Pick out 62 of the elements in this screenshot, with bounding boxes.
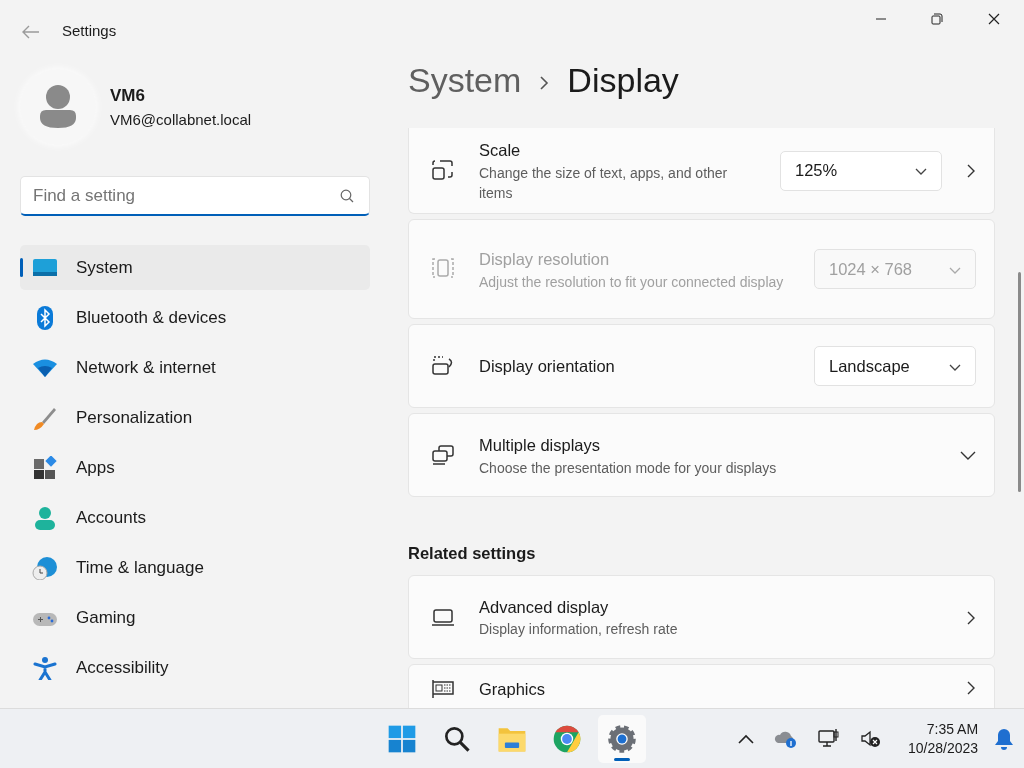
setting-description: Adjust the resolution to fit your connected display	[479, 272, 785, 292]
dropdown[interactable]: 125%	[780, 150, 942, 191]
chevron-right-icon	[966, 680, 976, 697]
selection-indicator	[20, 258, 23, 277]
chevron-right-icon	[966, 609, 976, 626]
section-heading: Related settings	[408, 543, 537, 565]
nav-item[interactable]: Apps	[20, 445, 370, 490]
scale-icon	[431, 158, 455, 183]
setting-card[interactable]: Advanced display Display information, refresh rate	[408, 575, 995, 660]
nav-item[interactable]: System	[20, 245, 370, 290]
nav-item[interactable]: Bluetooth & devices	[20, 295, 370, 340]
setting-title: Advanced display	[479, 596, 610, 618]
nav-item[interactable]: Accessibility	[20, 645, 370, 690]
chevron-right-icon	[966, 163, 976, 180]
setting-title: Graphics	[479, 679, 547, 701]
setting-card[interactable]: Display orientation Landscape	[408, 324, 995, 409]
setting-description: Change the size of text, apps, and other items	[479, 163, 729, 204]
dropdown[interactable]: Landscape	[814, 346, 976, 387]
chevron-down-icon	[949, 363, 961, 372]
nav-item[interactable]: Time & language	[20, 545, 370, 590]
setting-card[interactable]: Scale Change the size of text, apps, and other items 125%	[408, 128, 995, 215]
back-icon[interactable]	[22, 24, 40, 39]
setting-description: Choose the presentation mode for your displays	[479, 458, 778, 478]
setting-title: Display orientation	[479, 355, 616, 377]
setting-card[interactable]: Multiple displays Choose the presentation mode for your displays	[408, 413, 995, 498]
person-icon	[32, 506, 58, 531]
setting-title: Display resolution	[479, 248, 611, 270]
network-monitor-icon[interactable]	[818, 727, 840, 750]
window-title: Settings	[62, 20, 117, 41]
nav-item[interactable]: Gaming	[20, 595, 370, 640]
accessibility-icon	[32, 656, 58, 681]
gear-icon	[606, 722, 638, 755]
search-icon	[340, 189, 354, 203]
setting-description: Display information, refresh rate	[479, 620, 679, 640]
chevron-right-icon	[539, 74, 550, 91]
page-title: Display	[567, 59, 679, 101]
speaker-muted-icon[interactable]	[860, 729, 882, 750]
setting-card[interactable]: Graphics	[408, 664, 995, 708]
breadcrumb-link[interactable]: System	[408, 54, 522, 106]
close-icon	[988, 13, 1000, 25]
nav-item[interactable]: Accounts	[20, 495, 370, 540]
nav-item[interactable]: Personalization	[20, 395, 370, 440]
search-field[interactable]: Find a setting	[20, 176, 370, 216]
user-name: VM6	[110, 85, 146, 107]
active-indicator	[614, 757, 630, 761]
clock-time[interactable]: 7:35 AM	[908, 719, 979, 739]
apps-icon	[32, 456, 58, 481]
setting-title: Multiple displays	[479, 434, 602, 456]
user-email: VM6@collabnet.local	[110, 109, 252, 130]
scrollbar[interactable]	[1018, 272, 1021, 492]
chevron-down-icon	[949, 266, 961, 275]
monitors-icon	[431, 443, 455, 468]
bell-icon[interactable]	[994, 727, 1015, 750]
globe-clock-icon	[32, 556, 58, 581]
nav-item[interactable]: Network & internet	[20, 345, 370, 390]
chevron-down-icon	[915, 167, 927, 176]
setting-title: Scale	[479, 140, 522, 161]
cloud-info-icon[interactable]	[774, 729, 798, 750]
paintbrush-icon	[32, 406, 58, 431]
chevron-up-icon[interactable]	[738, 734, 754, 745]
maximize-icon	[931, 13, 943, 25]
clock-date[interactable]: 10/28/2023	[908, 738, 979, 758]
